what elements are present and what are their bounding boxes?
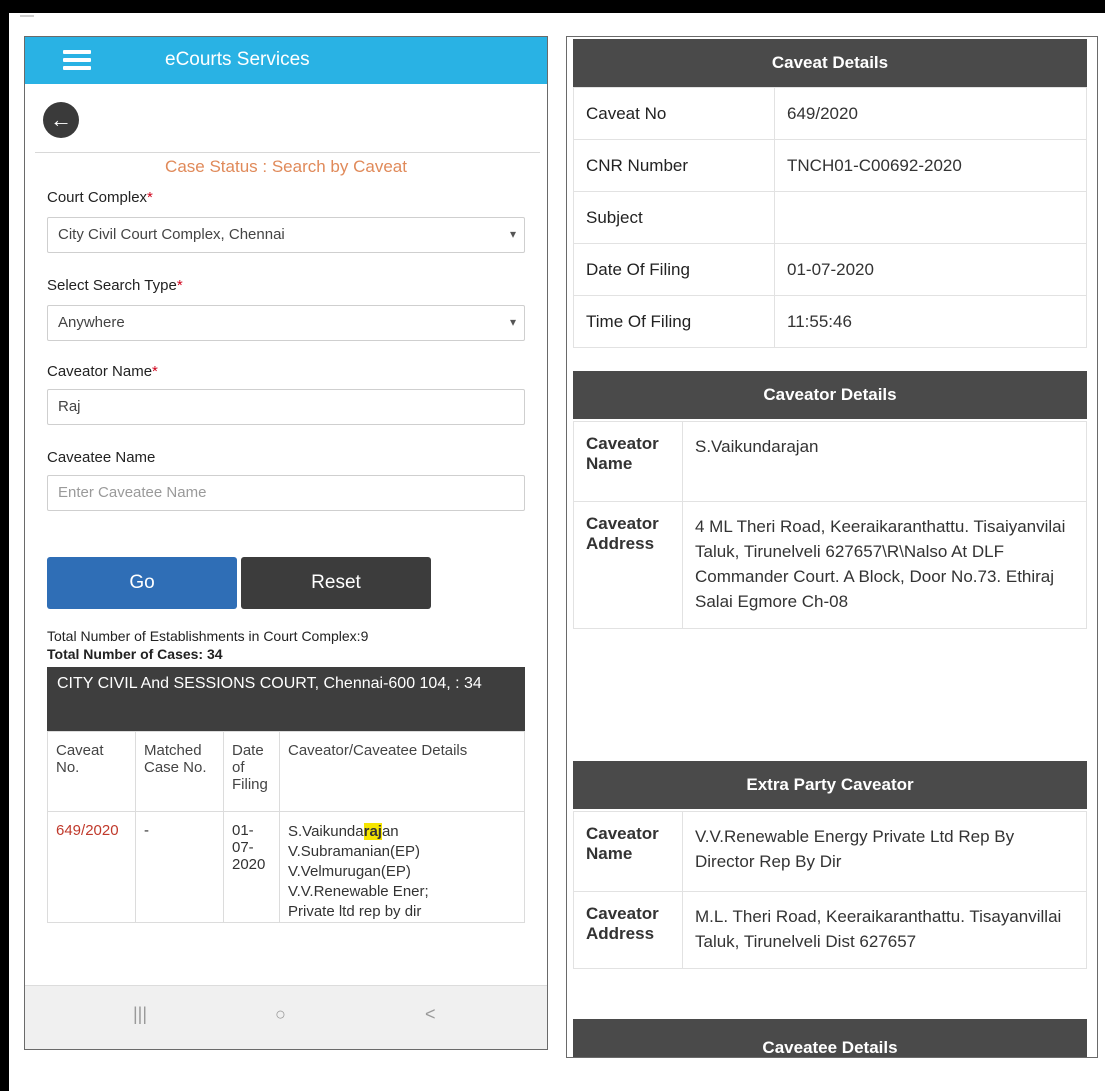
extra-caveator-address-key: Caveator Address	[573, 891, 683, 969]
caveatee-details-header: Caveatee Details	[573, 1019, 1087, 1057]
col-header-caveat-no: Caveat No.	[47, 731, 136, 812]
caveator-details-header: Caveator Details	[573, 371, 1087, 419]
extra-caveator-name-key: Caveator Name	[573, 811, 683, 892]
caveator-address-key: Caveator Address	[573, 501, 683, 629]
caveator-name-label: Caveator Name*	[47, 363, 158, 380]
search-highlight: raj	[363, 823, 382, 840]
required-mark: *	[152, 363, 158, 380]
caveatee-name-label: Caveatee Name	[47, 449, 156, 466]
table-row: Subject	[573, 191, 1087, 244]
divider	[35, 152, 540, 153]
caveator-name-key: Caveator Name	[573, 421, 683, 502]
details-first-line: S.Vaikundarajan	[288, 823, 399, 840]
search-type-label: Select Search Type*	[47, 277, 183, 294]
results-table: Caveat No. Matched Case No. Date of Fili…	[47, 731, 525, 923]
table-row: Time Of Filing 11:55:46	[573, 295, 1087, 348]
caveat-details-header: Caveat Details	[573, 39, 1087, 87]
recent-apps-icon[interactable]: |||	[133, 1004, 147, 1025]
required-mark: *	[176, 277, 183, 294]
totals-summary: Total Number of Establishments in Court …	[47, 627, 368, 663]
extra-caveator-address-value: M.L. Theri Road, Keeraikaranthattu. Tisa…	[682, 891, 1087, 969]
app-title: eCourts Services	[165, 49, 310, 70]
table-row: CNR Number TNCH01-C00692-2020	[573, 139, 1087, 192]
search-type-select[interactable]: Anywhere	[47, 305, 525, 341]
nav-back-icon[interactable]: <	[425, 1004, 436, 1025]
table-row[interactable]: 649/2020 - 01- 07- 2020 S.Vaikundarajan …	[47, 811, 525, 923]
caveat-details-table: Caveat No 649/2020 CNR Number TNCH01-C0069…	[573, 87, 1087, 348]
caveator-name-input[interactable]: Raj	[47, 389, 525, 425]
table-row: Caveator Address M.L. Theri Road, Keerai…	[573, 891, 1087, 969]
reset-button[interactable]: Reset	[241, 557, 431, 609]
establishments-count: Total Number of Establishments in Court …	[47, 628, 369, 644]
table-row: Caveator Name S.Vaikundarajan	[573, 421, 1087, 502]
screenshot-frame-left	[0, 0, 9, 1091]
court-complex-select[interactable]: City Civil Court Complex, Chennai	[47, 217, 525, 253]
cases-count: Total Number of Cases: 34	[47, 646, 223, 662]
table-row: Caveator Address 4 ML Theri Road, Keerai…	[573, 501, 1087, 629]
table-header-row: Caveat No. Matched Case No. Date of Fili…	[47, 731, 525, 812]
home-icon[interactable]: ○	[275, 1004, 286, 1025]
go-button[interactable]: Go	[47, 557, 237, 609]
android-nav-bar: ||| ○ <	[25, 985, 547, 1049]
details-cell: S.Vaikundarajan V.Subramanian(EP) V.Velm…	[279, 811, 525, 923]
table-row: Caveator Name V.V.Renewable Energy Priva…	[573, 811, 1087, 892]
screenshot-frame-top	[0, 0, 1105, 13]
right-phone-screen: Caveat Details Caveat No 649/2020 CNR Num…	[566, 36, 1098, 1058]
page-title: Case Status : Search by Caveat	[165, 157, 407, 176]
date-cell: 01- 07- 2020	[223, 811, 280, 923]
establishment-header: CITY CIVIL And SESSIONS COURT, Chennai-6…	[47, 667, 525, 731]
required-mark: *	[147, 189, 153, 206]
col-header-matched-case: Matched Case No.	[135, 731, 224, 812]
table-row: Date Of Filing 01-07-2020	[573, 243, 1087, 296]
extra-party-table: Caveator Name V.V.Renewable Energy Priva…	[573, 811, 1087, 969]
col-header-details: Caveator/Caveatee Details	[279, 731, 525, 812]
extra-caveator-name-value: V.V.Renewable Energy Private Ltd Rep By …	[682, 811, 1087, 892]
matched-case-cell: -	[135, 811, 224, 923]
caveator-name-value: S.Vaikundarajan	[682, 421, 1087, 502]
table-row: Caveat No 649/2020	[573, 87, 1087, 140]
caveat-no-link[interactable]: 649/2020	[47, 811, 136, 923]
back-arrow-icon[interactable]: ←	[43, 102, 79, 138]
extra-party-header: Extra Party Caveator	[573, 761, 1087, 809]
caveator-address-value: 4 ML Theri Road, Keeraikaranthattu. Tisa…	[682, 501, 1087, 629]
caveator-details-table: Caveator Name S.Vaikundarajan Caveator A…	[573, 421, 1087, 629]
corner-mark	[20, 15, 34, 17]
left-phone-screen: eCourts Services ← Case Status : Search …	[24, 36, 548, 1050]
col-header-date: Date of Filing	[223, 731, 280, 812]
app-bar: eCourts Services	[25, 37, 547, 84]
hamburger-menu-icon[interactable]	[63, 50, 91, 70]
caveatee-name-input[interactable]: Enter Caveatee Name	[47, 475, 525, 511]
court-complex-label: Court Complex*	[47, 189, 153, 206]
